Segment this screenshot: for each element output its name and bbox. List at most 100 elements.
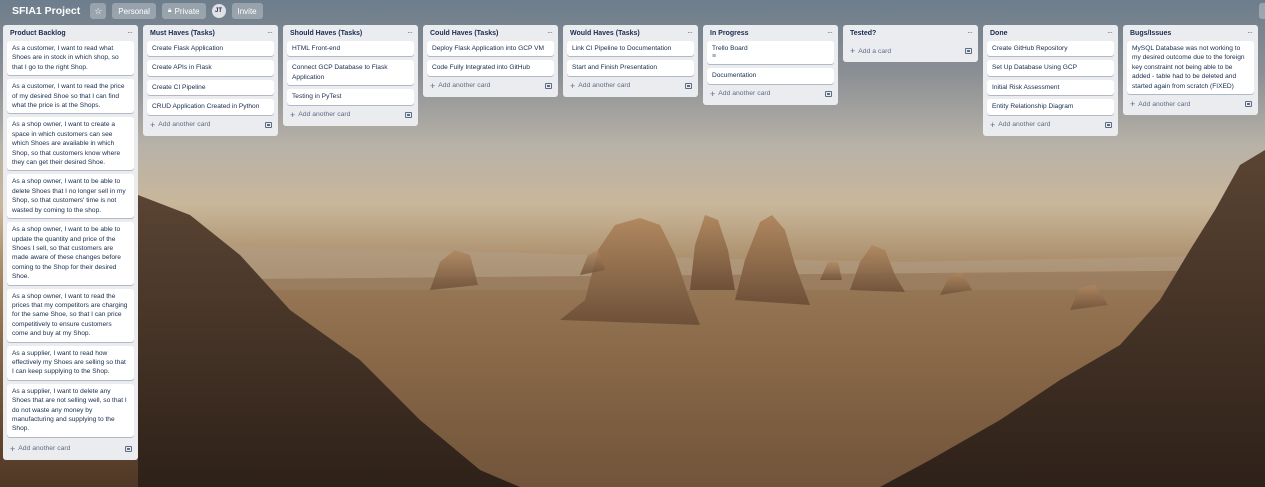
card-title: As a shop owner, I want to create a spac… xyxy=(12,121,121,167)
list-title[interactable]: Bugs/Issues xyxy=(1130,30,1171,37)
card[interactable]: As a shop owner, I want to read the pric… xyxy=(7,288,134,342)
card[interactable]: MySQL Database was not working to my des… xyxy=(1127,41,1254,95)
list[interactable]: Could Haves (Tasks) ··· Deploy Flask Appli… xyxy=(423,25,558,97)
card[interactable]: Documentation xyxy=(707,68,834,84)
list-menu-icon[interactable]: ··· xyxy=(267,29,273,37)
list-title[interactable]: Tested? xyxy=(850,30,876,37)
card[interactable]: As a supplier, I want to delete any Shoe… xyxy=(7,383,134,437)
list-menu-icon[interactable]: ··· xyxy=(1107,29,1113,37)
star-board-button[interactable]: ☆ xyxy=(90,3,107,19)
card[interactable]: Set Up Database Using GCP xyxy=(987,60,1114,76)
card-template-icon[interactable] xyxy=(125,445,132,452)
list[interactable]: Tested? ··· + Add a card xyxy=(843,25,978,62)
list[interactable]: Must Haves (Tasks) ··· Create Flask Applic… xyxy=(143,25,278,136)
card[interactable]: Code Fully Integrated into GitHub xyxy=(427,60,554,76)
list-title[interactable]: Would Haves (Tasks) xyxy=(570,30,640,37)
list-header: Bugs/Issues ··· xyxy=(1127,25,1254,41)
card-template-icon[interactable] xyxy=(405,111,412,118)
list-title[interactable]: Should Haves (Tasks) xyxy=(290,30,362,37)
lock-icon: 🔒︎ xyxy=(167,7,172,14)
add-card-button[interactable]: + Add another card xyxy=(430,81,490,90)
card-template-icon[interactable] xyxy=(1245,101,1252,108)
plus-icon: + xyxy=(1130,99,1136,110)
card[interactable]: Initial Risk Assessment xyxy=(987,79,1114,96)
card-title: Create APIs in Flask xyxy=(152,64,212,72)
card-title: Deploy Flask Application into GCP VM xyxy=(432,45,545,52)
card-template-icon[interactable] xyxy=(265,121,272,128)
card-template-icon[interactable] xyxy=(1105,121,1112,128)
card[interactable]: As a shop owner, I want to create a spac… xyxy=(7,117,134,171)
card-template-icon[interactable] xyxy=(545,82,552,89)
add-card-button[interactable]: + Add another card xyxy=(710,88,770,99)
card-list: MySQL Database was not working to my des… xyxy=(1127,41,1254,95)
add-card-row: + Add another card xyxy=(427,78,554,94)
card-template-icon[interactable] xyxy=(965,48,972,54)
add-card-row: + Add another card xyxy=(147,117,274,133)
card[interactable]: CRUD Application Created in Python xyxy=(147,99,274,115)
card[interactable]: Create CI Pipeline xyxy=(147,79,274,96)
card[interactable]: As a customer, I want to read what Shoes… xyxy=(7,41,134,76)
card[interactable]: HTML Front-end xyxy=(287,41,414,57)
plus-icon: + xyxy=(290,109,296,120)
list-menu-icon[interactable]: ··· xyxy=(687,29,693,37)
plus-icon: + xyxy=(10,443,16,454)
list-title[interactable]: In Progress xyxy=(710,30,749,37)
list-menu-icon[interactable]: ··· xyxy=(407,29,413,37)
card[interactable]: Deploy Flask Application into GCP VM xyxy=(427,41,554,57)
list[interactable]: Would Haves (Tasks) ··· Link CI Pipeline t… xyxy=(563,25,698,97)
card[interactable]: Start and Finish Presentation xyxy=(567,60,694,76)
add-card-row: + Add another card xyxy=(567,78,694,94)
card-title: As a shop owner, I want to be able to up… xyxy=(12,226,121,281)
privacy-button[interactable]: 🔒︎ Private xyxy=(161,3,206,19)
list[interactable]: Bugs/Issues ··· MySQL Database was not wor… xyxy=(1123,25,1258,116)
card[interactable]: As a shop owner, I want to be able to up… xyxy=(7,222,134,285)
team-visibility-button[interactable]: Personal xyxy=(112,3,156,19)
card[interactable]: As a supplier, I want to read how effect… xyxy=(7,345,134,380)
card-template-icon[interactable] xyxy=(825,90,832,97)
list-header: Tested? ··· xyxy=(847,25,974,41)
list-title[interactable]: Done xyxy=(990,30,1008,37)
add-card-label: Add another card xyxy=(18,445,71,453)
list[interactable]: Should Haves (Tasks) ··· HTML Front-end Con… xyxy=(283,25,418,126)
add-card-button[interactable]: + Add another card xyxy=(570,80,630,91)
add-card-button[interactable]: + Add another card xyxy=(150,120,210,129)
card[interactable]: As a shop owner, I want to be able to de… xyxy=(7,174,134,219)
list[interactable]: In Progress ··· Trello Board ≡ Documentation… xyxy=(703,25,838,105)
list-menu-icon[interactable]: ··· xyxy=(967,29,973,37)
invite-button[interactable]: Invite xyxy=(231,3,263,19)
board-title[interactable]: SFIA1 Project xyxy=(8,2,84,20)
add-card-button[interactable]: + Add another card xyxy=(10,443,71,454)
add-card-button[interactable]: + Add another card xyxy=(990,120,1050,129)
card[interactable]: Connect GCP Database to Flask Applicatio… xyxy=(287,60,414,86)
plus-icon: + xyxy=(570,80,576,91)
add-card-button[interactable]: + Add another card xyxy=(290,109,350,120)
plus-icon: + xyxy=(710,88,716,99)
add-card-button[interactable]: + Add a card xyxy=(850,47,891,56)
list-title[interactable]: Could Haves (Tasks) xyxy=(430,30,498,37)
member-avatar[interactable]: JT xyxy=(211,4,226,18)
card[interactable]: Trello Board ≡ xyxy=(707,41,834,65)
card[interactable]: Create Flask Application xyxy=(147,41,274,57)
list-menu-icon[interactable]: ··· xyxy=(127,29,133,37)
list-menu-icon[interactable]: ··· xyxy=(547,29,553,37)
list-menu-icon[interactable]: ··· xyxy=(827,29,833,37)
list-menu-icon[interactable]: ··· xyxy=(1247,29,1253,37)
list-title[interactable]: Product Backlog xyxy=(10,30,66,37)
card-title: As a shop owner, I want to be able to de… xyxy=(12,178,126,214)
card-title: As a supplier, I want to delete any Shoe… xyxy=(12,387,127,433)
add-card-row: + Add a card xyxy=(847,43,974,59)
list[interactable]: Product Backlog ··· As a customer, I want … xyxy=(3,25,138,460)
list-title[interactable]: Must Haves (Tasks) xyxy=(150,30,215,37)
card[interactable]: Create GitHub Repository xyxy=(987,41,1114,57)
card-list: Create GitHub Repository Set Up Database … xyxy=(987,41,1114,115)
card[interactable]: Create APIs in Flask xyxy=(147,60,274,76)
card[interactable]: Entity Relationship Diagram xyxy=(987,99,1114,115)
card[interactable]: Testing in PyTest xyxy=(287,89,414,105)
board-menu-edge[interactable] xyxy=(1259,3,1265,19)
card[interactable]: Link CI Pipeline to Documentation xyxy=(567,41,694,57)
card-template-icon[interactable] xyxy=(685,82,692,89)
list[interactable]: Done ··· Create GitHub Repository Set Up Da… xyxy=(983,25,1118,136)
card[interactable]: As a customer, I want to read the price … xyxy=(7,79,134,114)
add-card-button[interactable]: + Add another card xyxy=(1130,99,1190,110)
card-title: Set Up Database Using GCP xyxy=(992,64,1078,72)
